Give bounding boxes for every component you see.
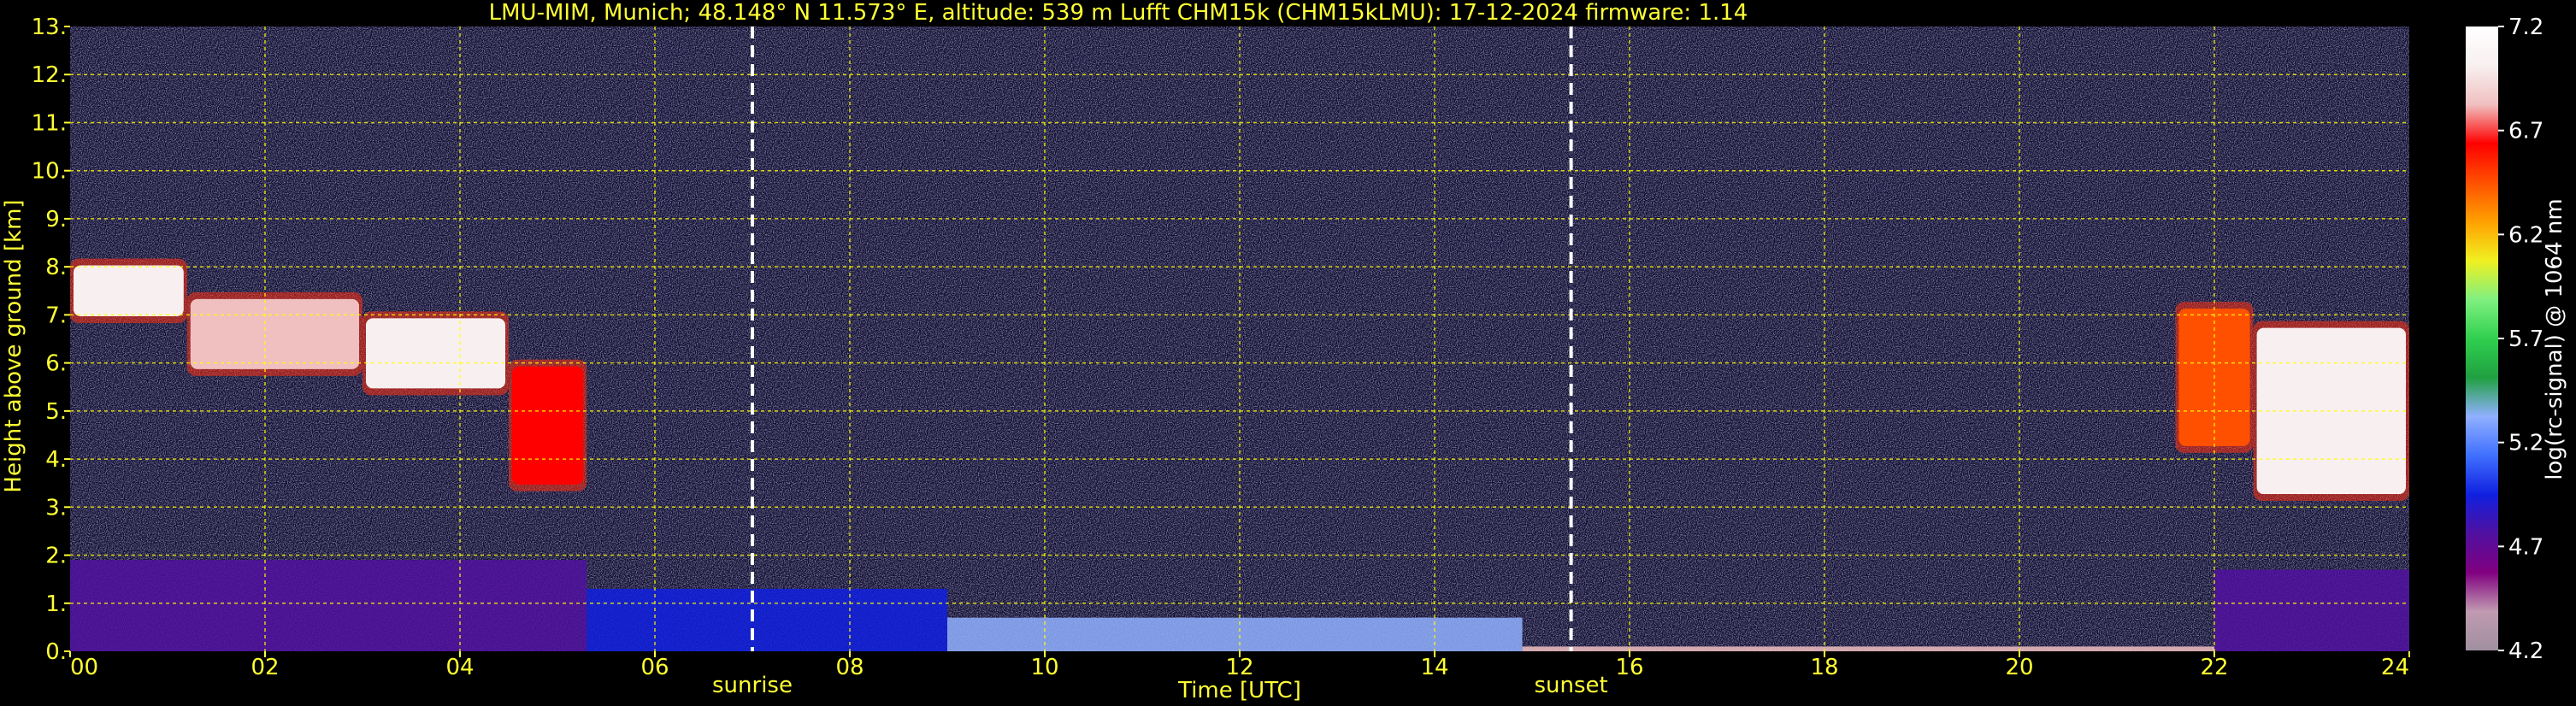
x-axis-label: Time [UTC] <box>1177 678 1301 703</box>
x-tick-label: 12 <box>1225 655 1253 680</box>
x-tick-label: 22 <box>2200 655 2228 680</box>
x-tick-label: 00 <box>70 655 98 680</box>
y-tick-label: 12. <box>32 62 67 88</box>
x-tick-label: 14 <box>1420 655 1448 680</box>
y-tick-label: 11. <box>32 110 67 136</box>
y-tick-label: 7. <box>45 303 67 328</box>
y-axis-label: Height above ground [km] <box>1 199 27 492</box>
colorbar-gradient <box>2466 26 2498 650</box>
x-tick-label: 02 <box>251 655 279 680</box>
cloud-layer <box>74 265 184 317</box>
boundary-layer-segment <box>947 617 1523 651</box>
boundary-layer-segment <box>2214 569 2409 651</box>
x-tick-label: 10 <box>1030 655 1058 680</box>
x-tick-label: 08 <box>835 655 864 680</box>
y-tick-label: 2. <box>45 544 67 569</box>
cloud-layer <box>366 318 505 389</box>
y-tick-label: 6. <box>45 351 67 377</box>
colorbar-label: log(rc-signal) @ 1064 nm <box>2542 198 2567 479</box>
colorbar-tick-label: 4.7 <box>2508 534 2544 560</box>
chart-title: LMU-MIM, Munich; 48.148° N 11.573° E, al… <box>489 0 1748 26</box>
y-tick-label: 1. <box>45 591 67 617</box>
x-tick-label: 18 <box>1810 655 1838 680</box>
colorbar-tick-label: 6.7 <box>2508 119 2544 144</box>
ceilometer-chart: LMU-MIM, Munich; 48.148° N 11.573° E, al… <box>1 0 2567 703</box>
y-tick-label: 13. <box>32 15 67 40</box>
y-tick-label: 3. <box>45 495 67 521</box>
plot-area <box>70 26 2409 651</box>
x-tick-label: 06 <box>640 655 669 680</box>
x-tick-label: 20 <box>2005 655 2033 680</box>
boundary-layer-segment <box>70 560 587 651</box>
y-tick-label: 8. <box>45 255 67 280</box>
y-tick-label: 9. <box>45 207 67 232</box>
boundary-layer-segment <box>1522 646 2214 651</box>
y-tick-label: 5. <box>45 399 67 425</box>
boundary-layer-segment <box>587 588 947 651</box>
x-tick-label: 16 <box>1615 655 1643 680</box>
cloud-layer <box>190 298 359 369</box>
x-tick-label: 24 <box>2381 655 2409 680</box>
sunrise-label: sunrise <box>712 673 793 698</box>
sunset-label: sunset <box>1534 673 1607 698</box>
cloud-layer <box>512 366 584 485</box>
colorbar-tick-label: 5.2 <box>2508 431 2544 456</box>
y-tick-label: 0. <box>45 639 67 665</box>
colorbar: 7.2 6.7 6.2 5.7 5.2 4.7 4.2 <box>2466 15 2544 664</box>
x-tick-label: 04 <box>445 655 474 680</box>
colorbar-tick-label: 5.7 <box>2508 327 2544 352</box>
colorbar-tick-label: 4.2 <box>2508 638 2544 664</box>
y-tick-label: 10. <box>32 159 67 185</box>
y-tick-label: 4. <box>45 447 67 473</box>
colorbar-tick-label: 7.2 <box>2508 15 2544 40</box>
colorbar-tick-label: 6.2 <box>2508 222 2544 248</box>
